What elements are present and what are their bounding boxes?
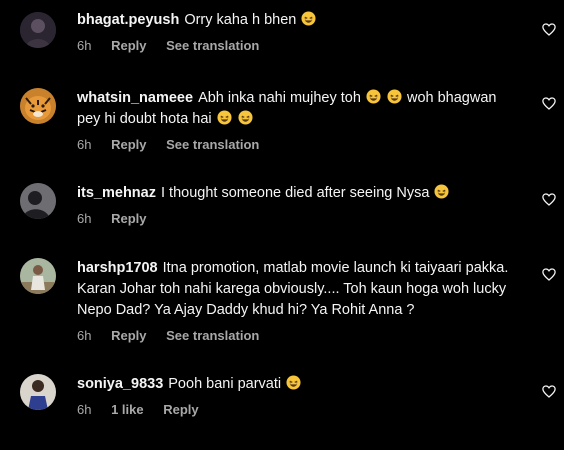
- comment-meta: 6h Reply See translation: [77, 328, 516, 345]
- comment-time: 6h: [77, 137, 92, 152]
- heart-outline-icon[interactable]: [542, 23, 556, 36]
- comment-username[interactable]: its_mehnaz: [77, 185, 156, 201]
- reply-button[interactable]: Reply: [111, 211, 146, 226]
- heart-outline-icon[interactable]: [542, 193, 556, 206]
- avatar[interactable]: [20, 183, 56, 219]
- comment-time: 6h: [77, 38, 92, 53]
- comment-text: bhagat.peyush Orry kaha h bhen: [77, 10, 516, 31]
- laughing-face-emoji: [387, 89, 402, 104]
- comment-text: its_mehnaz I thought someone died after s…: [77, 183, 516, 204]
- profile-photo-outdoor: [20, 258, 56, 294]
- comment-body: Orry kaha h bhen: [184, 12, 297, 28]
- profile-photo-tiger: [20, 88, 56, 124]
- comment-username[interactable]: bhagat.peyush: [77, 12, 179, 28]
- comment-username[interactable]: harshp1708: [77, 260, 158, 276]
- comment-text: whatsin_nameee Abh inka nahi mujhey toh w…: [77, 88, 516, 130]
- comment-meta: 6h Reply See translation: [77, 137, 516, 154]
- comment-body: Pooh bani parvati: [168, 376, 282, 392]
- comment-text: soniya_9833 Pooh bani parvati: [77, 374, 516, 395]
- laughing-face-emoji: [434, 184, 449, 199]
- laughing-face-emoji: [301, 11, 316, 26]
- comment-username[interactable]: whatsin_nameee: [77, 90, 193, 106]
- laughing-face-emoji: [366, 89, 381, 104]
- avatar[interactable]: [20, 12, 56, 48]
- avatar[interactable]: [20, 374, 56, 410]
- comment-time: 6h: [77, 211, 92, 226]
- see-translation-button[interactable]: See translation: [166, 137, 259, 152]
- profile-photo-dark: [20, 12, 56, 48]
- comment-body: I thought someone died after seeing Nysa: [160, 185, 430, 201]
- profile-photo-person: [20, 374, 56, 410]
- comment-meta: 6h 1 like Reply: [77, 402, 516, 419]
- reply-button[interactable]: Reply: [111, 328, 146, 343]
- comment-meta: 6h Reply See translation: [77, 38, 516, 55]
- comment-text: harshp1708 Itna promotion, matlab movie l…: [77, 258, 516, 321]
- comment-time: 6h: [77, 402, 92, 417]
- laughing-face-emoji: [238, 110, 253, 125]
- laughing-face-emoji: [217, 110, 232, 125]
- heart-outline-icon[interactable]: [542, 385, 556, 398]
- comment-username[interactable]: soniya_9833: [77, 376, 163, 392]
- comments-list: bhagat.peyush Orry kaha h bhen 6h Reply S…: [0, 0, 564, 450]
- comment-meta: 6h Reply: [77, 211, 516, 228]
- heart-outline-icon[interactable]: [542, 97, 556, 110]
- see-translation-button[interactable]: See translation: [166, 328, 259, 343]
- heart-outline-icon[interactable]: [542, 268, 556, 281]
- comment-time: 6h: [77, 328, 92, 343]
- reply-button[interactable]: Reply: [163, 402, 198, 417]
- laughing-face-emoji: [286, 375, 301, 390]
- reply-button[interactable]: Reply: [111, 137, 146, 152]
- profile-photo-silhouette: [20, 183, 56, 219]
- comment-body: Abh inka nahi mujhey toh: [198, 90, 361, 106]
- see-translation-button[interactable]: See translation: [166, 38, 259, 53]
- reply-button[interactable]: Reply: [111, 38, 146, 53]
- avatar[interactable]: [20, 88, 56, 124]
- likes-count[interactable]: 1 like: [111, 402, 144, 417]
- avatar[interactable]: [20, 258, 56, 294]
